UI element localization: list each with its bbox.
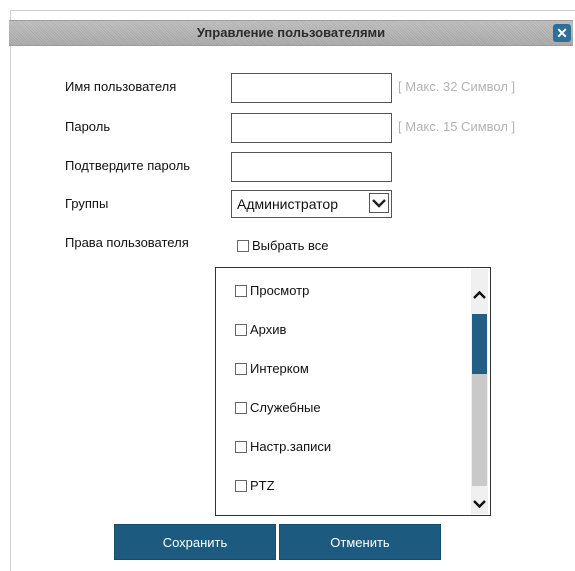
permission-checkbox[interactable]: [235, 401, 247, 414]
save-button[interactable]: Сохранить: [114, 524, 276, 560]
group-label: Группы: [65, 196, 109, 211]
close-button[interactable]: ✕: [553, 24, 571, 42]
chevron-down-icon[interactable]: [369, 193, 389, 213]
rights-label: Права пользователя: [65, 235, 189, 250]
permission-label: Настр.записи: [250, 439, 332, 454]
dialog-title-bar: Управление пользователями ✕: [9, 20, 573, 46]
chevron-down-icon[interactable]: [471, 495, 488, 512]
scroll-thumb[interactable]: [472, 314, 487, 374]
permission-label: Интерком: [250, 361, 309, 376]
password-label: Пароль: [65, 119, 111, 134]
scroll-track[interactable]: [472, 314, 487, 486]
permission-checkbox[interactable]: [235, 440, 247, 453]
chevron-up-icon[interactable]: [471, 287, 488, 304]
close-icon: ✕: [556, 25, 568, 41]
password-input[interactable]: [231, 113, 392, 143]
permission-checkbox[interactable]: [235, 362, 247, 375]
permission-label: Архив: [250, 322, 287, 337]
permission-label: Просмотр: [250, 283, 310, 298]
select-all-checkbox[interactable]: [237, 239, 249, 252]
dialog-title: Управление пользователями: [196, 25, 386, 40]
select-all-label: Выбрать все: [252, 238, 329, 253]
group-selected-value: Администратор: [237, 196, 339, 212]
cancel-button[interactable]: Отменить: [279, 524, 441, 560]
confirm-password-input[interactable]: [231, 152, 392, 182]
list-item[interactable]: Просмотр: [235, 283, 309, 298]
list-item[interactable]: PTZ: [235, 478, 275, 493]
permission-checkbox[interactable]: [235, 479, 247, 492]
permissions-list: Просмотр Архив Интерком Служебные Настр.…: [215, 267, 491, 516]
list-item[interactable]: Служебные: [235, 400, 321, 415]
permission-checkbox[interactable]: [235, 323, 247, 336]
username-label: Имя пользователя: [65, 79, 177, 94]
permission-checkbox[interactable]: [235, 284, 247, 297]
username-input[interactable]: [231, 73, 392, 103]
list-scrollbar[interactable]: [471, 269, 488, 514]
password-hint: [ Макс. 15 Символ ]: [398, 119, 516, 134]
select-all-option[interactable]: Выбрать все: [237, 238, 328, 253]
list-item[interactable]: Архив: [235, 322, 286, 337]
permission-label: Служебные: [250, 400, 321, 415]
permission-label: PTZ: [250, 478, 275, 493]
list-item[interactable]: Настр.записи: [235, 439, 331, 454]
confirm-password-label: Подтвердите пароль: [65, 158, 191, 173]
list-item[interactable]: Интерком: [235, 361, 309, 376]
group-select[interactable]: Администратор: [231, 190, 392, 218]
username-hint: [ Макс. 32 Символ ]: [398, 79, 516, 94]
